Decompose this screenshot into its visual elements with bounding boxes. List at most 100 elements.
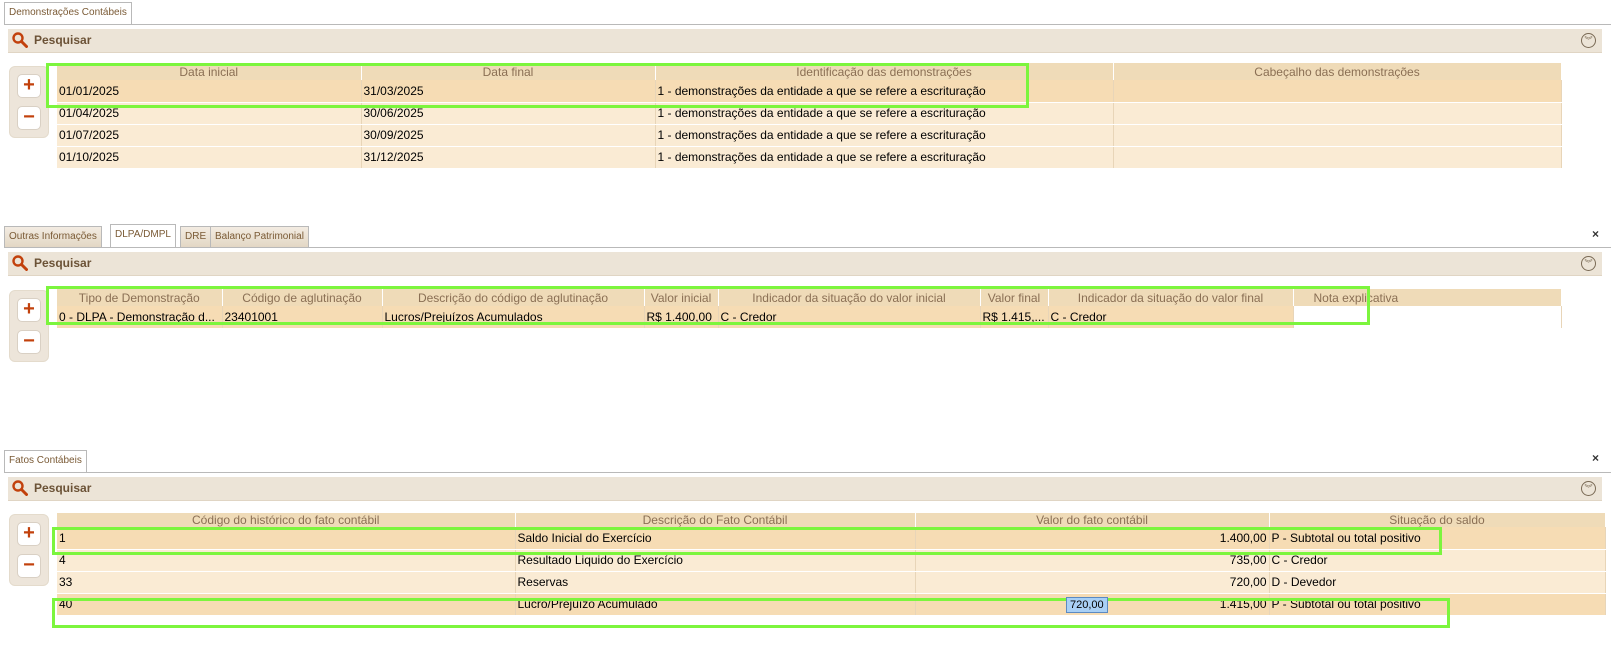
search-label: Pesquisar bbox=[34, 481, 92, 495]
table-cell[interactable]: Lucros/Prejuízos Acumulados bbox=[382, 306, 645, 329]
table-cell[interactable]: 01/01/2025 bbox=[57, 80, 362, 103]
double-chevron-down-icon[interactable]: ︾ bbox=[1581, 481, 1596, 496]
table-cell[interactable]: 30/09/2025 bbox=[361, 124, 656, 147]
column-header[interactable]: Data inicial bbox=[57, 63, 362, 80]
fatos-table: Código do histórico do fato contábil Des… bbox=[57, 513, 1606, 616]
table-cell[interactable]: 33 bbox=[57, 571, 516, 594]
table-cell[interactable]: C - Credor bbox=[718, 306, 981, 329]
column-header[interactable]: Descrição do Fato Contábil bbox=[515, 513, 916, 527]
table-cell[interactable] bbox=[1293, 306, 1562, 329]
double-chevron-down-icon[interactable]: ︾ bbox=[1581, 256, 1596, 271]
table-row[interactable]: 01/07/2025 30/09/2025 1 - demonstrações … bbox=[57, 124, 1562, 147]
table-cell[interactable]: 4 bbox=[57, 549, 516, 572]
table-row[interactable]: 1 Saldo Inicial do Exercício 1.400,00 P … bbox=[57, 527, 1606, 550]
table-cell[interactable]: P - Subtotal ou total positivo bbox=[1269, 527, 1606, 550]
table-cell[interactable] bbox=[1113, 146, 1562, 169]
table-cell[interactable]: 01/10/2025 bbox=[57, 146, 362, 169]
table-cell[interactable]: 01/07/2025 bbox=[57, 124, 362, 147]
table-cell[interactable]: D - Devedor bbox=[1269, 571, 1606, 594]
table-cell[interactable]: Resultado Liquido do Exercício bbox=[515, 549, 916, 572]
tab-divider bbox=[4, 247, 1611, 248]
add-button[interactable]: + bbox=[17, 74, 41, 98]
add-button[interactable]: + bbox=[17, 522, 41, 546]
tab-dre[interactable]: DRE bbox=[180, 226, 212, 248]
table-cell[interactable]: 0 - DLPA - Demonstração d... bbox=[57, 306, 223, 329]
remove-button[interactable]: − bbox=[17, 554, 41, 578]
search-bar-fatos[interactable]: Pesquisar ︾ bbox=[8, 477, 1602, 501]
column-header[interactable]: Situação do saldo bbox=[1269, 513, 1606, 527]
column-header[interactable]: Indicador da situação do valor final bbox=[1048, 289, 1294, 306]
table-cell[interactable]: 720,00 bbox=[915, 571, 1270, 594]
add-remove-controls: + − bbox=[9, 66, 49, 138]
column-header[interactable]: Cabeçalho das demonstrações bbox=[1113, 63, 1562, 80]
table-cell[interactable]: Lucro/Prejuízo Acumulado bbox=[515, 593, 916, 616]
table-cell[interactable]: R$ 1.415,... bbox=[980, 306, 1049, 329]
tab-outras-informacoes[interactable]: Outras Informações bbox=[4, 226, 102, 248]
demonstracoes-table: Data inicial Data final Identificação da… bbox=[57, 63, 1562, 169]
add-button[interactable]: + bbox=[17, 298, 41, 322]
column-header[interactable]: Identificação das demonstrações bbox=[655, 63, 1114, 80]
table-row[interactable]: 01/01/2025 31/03/2025 1 - demonstrações … bbox=[57, 80, 1562, 103]
double-chevron-down-icon[interactable]: ︾ bbox=[1581, 33, 1596, 48]
table-row[interactable]: 0 - DLPA - Demonstração d... 23401001 Lu… bbox=[57, 306, 1562, 329]
table-cell[interactable]: 31/12/2025 bbox=[361, 146, 656, 169]
table-cell[interactable] bbox=[1113, 102, 1562, 125]
table-cell[interactable]: 23401001 bbox=[222, 306, 383, 329]
table-row[interactable]: 33 Reservas 720,00 D - Devedor bbox=[57, 571, 1606, 594]
add-remove-controls: + − bbox=[9, 514, 49, 586]
table-cell[interactable]: 1 - demonstrações da entidade a que se r… bbox=[655, 124, 1114, 147]
table-row[interactable]: 4 Resultado Liquido do Exercício 735,00 … bbox=[57, 549, 1606, 572]
column-header[interactable]: Valor final bbox=[980, 289, 1049, 306]
table-cell[interactable]: 1 bbox=[57, 527, 516, 550]
close-icon[interactable]: × bbox=[1592, 227, 1599, 241]
tab-fatos-contabeis[interactable]: Fatos Contábeis bbox=[4, 450, 87, 473]
tab-divider bbox=[4, 24, 1611, 25]
table-cell[interactable]: 1 - demonstrações da entidade a que se r… bbox=[655, 146, 1114, 169]
table-cell[interactable]: 30/06/2025 bbox=[361, 102, 656, 125]
table-cell[interactable]: 735,00 bbox=[915, 549, 1270, 572]
column-header[interactable]: Nota explicativa bbox=[1293, 289, 1562, 306]
column-header[interactable]: Descrição do código de aglutinação bbox=[382, 289, 645, 306]
table-row[interactable]: 40 Lucro/Prejuízo Acumulado 1.415,00 P -… bbox=[57, 593, 1606, 616]
table-cell[interactable] bbox=[1113, 80, 1562, 103]
table-cell[interactable]: 1.400,00 bbox=[915, 527, 1270, 550]
table-cell[interactable]: 1 - demonstrações da entidade a que se r… bbox=[655, 80, 1114, 103]
search-bar-dlpa[interactable]: Pesquisar ︾ bbox=[8, 252, 1602, 276]
table-row[interactable]: 01/10/2025 31/12/2025 1 - demonstrações … bbox=[57, 146, 1562, 169]
search-label: Pesquisar bbox=[34, 33, 92, 47]
column-header[interactable]: Tipo de Demonstração bbox=[57, 289, 223, 306]
table-cell[interactable]: 01/04/2025 bbox=[57, 102, 362, 125]
table-cell[interactable]: Reservas bbox=[515, 571, 916, 594]
tab-balanco-patrimonial[interactable]: Balanço Patrimonial bbox=[210, 226, 309, 248]
column-header[interactable]: Código do histórico do fato contábil bbox=[57, 513, 516, 527]
search-icon bbox=[12, 32, 28, 48]
column-header[interactable]: Valor do fato contábil bbox=[915, 513, 1270, 527]
search-icon bbox=[12, 255, 28, 271]
table-cell[interactable]: P - Subtotal ou total positivo bbox=[1269, 593, 1606, 616]
search-icon bbox=[12, 480, 28, 496]
remove-button[interactable]: − bbox=[17, 106, 41, 130]
table-cell[interactable]: C - Credor bbox=[1269, 549, 1606, 572]
table-cell[interactable]: 40 bbox=[57, 593, 516, 616]
table-cell[interactable]: 31/03/2025 bbox=[361, 80, 656, 103]
add-remove-controls: + − bbox=[9, 290, 49, 362]
tab-divider bbox=[4, 472, 1611, 473]
table-cell[interactable]: 1 - demonstrações da entidade a que se r… bbox=[655, 102, 1114, 125]
column-header[interactable]: Data final bbox=[361, 63, 656, 80]
value-tooltip: 720,00 bbox=[1066, 597, 1108, 613]
search-label: Pesquisar bbox=[34, 256, 92, 270]
close-icon[interactable]: × bbox=[1592, 451, 1599, 465]
table-cell[interactable]: R$ 1.400,00 bbox=[644, 306, 719, 329]
search-bar-demonstracoes[interactable]: Pesquisar ︾ bbox=[8, 29, 1602, 53]
remove-button[interactable]: − bbox=[17, 330, 41, 354]
tab-demonstracoes-contabeis[interactable]: Demonstrações Contábeis bbox=[4, 2, 132, 25]
column-header[interactable]: Código de aglutinação bbox=[222, 289, 383, 306]
table-cell[interactable]: C - Credor bbox=[1048, 306, 1294, 329]
column-header[interactable]: Valor inicial bbox=[644, 289, 719, 306]
table-cell[interactable]: Saldo Inicial do Exercício bbox=[515, 527, 916, 550]
tab-dlpa-dmpl[interactable]: DLPA/DMPL bbox=[110, 224, 176, 247]
column-header[interactable]: Indicador da situação do valor inicial bbox=[718, 289, 981, 306]
dlpa-table: Tipo de Demonstração Código de aglutinaç… bbox=[57, 289, 1562, 329]
table-row[interactable]: 01/04/2025 30/06/2025 1 - demonstrações … bbox=[57, 102, 1562, 125]
table-cell[interactable] bbox=[1113, 124, 1562, 147]
